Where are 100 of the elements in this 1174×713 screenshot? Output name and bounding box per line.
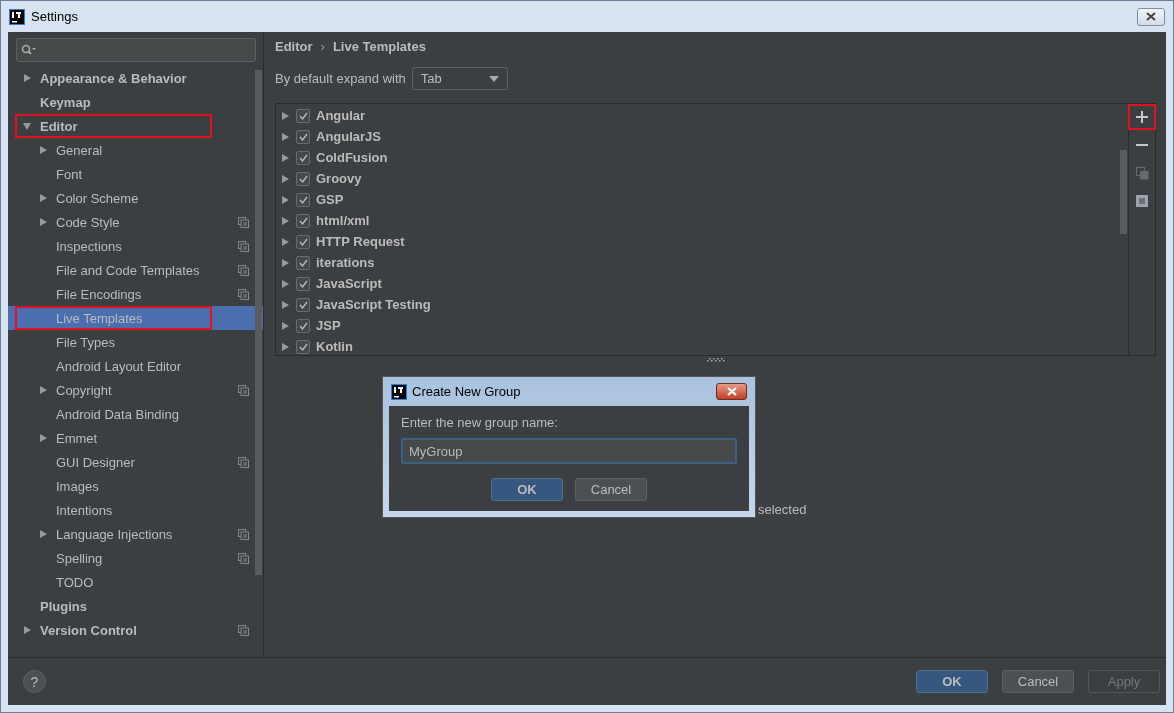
expand-arrow-icon[interactable] [280,257,290,268]
copy-icon [1135,166,1149,180]
sidebar-item[interactable]: Color Scheme [8,186,263,210]
sidebar-item[interactable]: Intentions [8,498,263,522]
expand-arrow-icon[interactable] [280,215,290,226]
add-icon [1136,111,1148,123]
help-button[interactable]: ? [23,670,46,693]
search-icon [21,44,37,56]
copy-icon [238,552,249,564]
template-group-name[interactable]: Angular [316,108,366,123]
expand-arrow-icon[interactable] [280,278,290,289]
template-group-name[interactable]: GSP [316,192,344,207]
expand-arrow-icon[interactable] [280,341,290,352]
sidebar-item[interactable]: GUI Designer [8,450,263,474]
expand-arrow-icon[interactable] [280,194,290,205]
dialog-button[interactable]: OK [916,670,988,693]
checkbox[interactable] [296,234,310,249]
checkbox[interactable] [296,339,310,354]
expand-arrow-icon[interactable] [280,299,290,310]
sidebar-item[interactable]: Android Data Binding [8,402,263,426]
copy-icon [238,624,249,636]
template-group-name[interactable]: ColdFusion [316,150,388,165]
close-button[interactable] [716,383,747,400]
app-logo-icon [391,383,407,400]
checkbox[interactable] [296,255,310,270]
sidebar-item[interactable]: Plugins [8,594,263,618]
expand-arrow-icon[interactable] [280,320,290,331]
sidebar-item[interactable]: Spelling [8,546,263,570]
template-group-name[interactable]: JavaScript [316,276,382,291]
list-icon [1136,195,1148,207]
checkbox[interactable] [296,192,310,207]
expand-arrow-icon[interactable] [38,217,48,227]
expand-arrow-icon[interactable] [38,145,48,155]
sidebar-item[interactable]: Keymap [8,90,263,114]
expand-arrow-icon[interactable] [280,131,290,142]
expand-arrow-icon[interactable] [38,193,48,203]
sidebar-item[interactable]: File Encodings [8,282,263,306]
sidebar-item[interactable]: File Types [8,330,263,354]
breadcrumb-current: Live Templates [332,39,426,54]
scrollbar[interactable] [1120,150,1127,234]
group-name-field[interactable]: MyGroup [401,438,737,464]
sidebar-item[interactable]: Android Layout Editor [8,354,263,378]
sidebar-item[interactable]: Images [8,474,263,498]
template-group-name[interactable]: AngularJS [316,129,381,144]
sidebar-item[interactable]: Editor [8,114,263,138]
checkbox[interactable] [296,150,310,165]
checkbox[interactable] [296,108,310,123]
checkbox[interactable] [296,297,310,312]
expand-arrow-icon[interactable] [38,529,48,539]
close-button[interactable] [1137,7,1165,26]
copy-icon [238,384,249,396]
expand-with-label: By default expand with [275,71,406,86]
sidebar-item[interactable]: Language Injections [8,522,263,546]
copy-icon [238,216,249,228]
splitter-handle[interactable] [706,358,725,362]
template-group-name[interactable]: JavaScript Testing [316,297,431,312]
close-icon [1146,12,1156,21]
expand-arrow-icon[interactable] [22,73,32,83]
expand-key-dropdown[interactable]: Tab [411,67,508,90]
copy-icon [238,288,249,300]
checkbox[interactable] [296,129,310,144]
template-group-name[interactable]: Groovy [316,171,362,186]
sidebar-item[interactable]: General [8,138,263,162]
expand-arrow-icon[interactable] [38,385,48,395]
copy-icon [238,240,249,252]
sidebar-item[interactable]: Font [8,162,263,186]
checkbox[interactable] [296,318,310,333]
dialog-button[interactable]: Cancel [1002,670,1074,693]
expand-arrow-icon[interactable] [280,236,290,247]
sidebar-item[interactable]: Version Control [8,618,263,642]
copy-icon [238,456,249,468]
expand-arrow-icon[interactable] [38,433,48,443]
template-group-name[interactable]: HTTP Request [316,234,405,249]
template-group-name[interactable]: html/xml [316,213,370,228]
dialog-button[interactable]: OK [491,478,563,501]
checkbox[interactable] [296,171,310,186]
add-button[interactable] [1128,104,1156,130]
expand-arrow-icon[interactable] [280,110,290,121]
expand-arrow-icon[interactable] [280,152,290,163]
sidebar-item[interactable]: File and Code Templates [8,258,263,282]
checkbox[interactable] [296,213,310,228]
template-group-name[interactable]: iterations [316,255,375,270]
sidebar-item[interactable]: Copyright [8,378,263,402]
copy-icon [238,528,249,540]
template-group-name[interactable]: JSP [316,318,341,333]
template-group-name[interactable]: Kotlin [316,339,353,354]
search-field[interactable] [16,38,256,62]
checkbox[interactable] [296,276,310,291]
sidebar-item[interactable]: Appearance & Behavior [8,66,263,90]
sidebar-item[interactable]: Inspections [8,234,263,258]
dialog-button[interactable]: Cancel [575,478,647,501]
expand-arrow-icon[interactable] [22,625,32,635]
status-text: selected [758,502,807,517]
app-logo-icon [9,8,25,25]
sidebar-item[interactable]: Code Style [8,210,263,234]
sidebar-item[interactable]: TODO [8,570,263,594]
collapse-arrow-icon[interactable] [22,121,32,131]
expand-arrow-icon[interactable] [280,173,290,184]
sidebar-item[interactable]: Emmet [8,426,263,450]
scrollbar[interactable] [255,70,262,575]
